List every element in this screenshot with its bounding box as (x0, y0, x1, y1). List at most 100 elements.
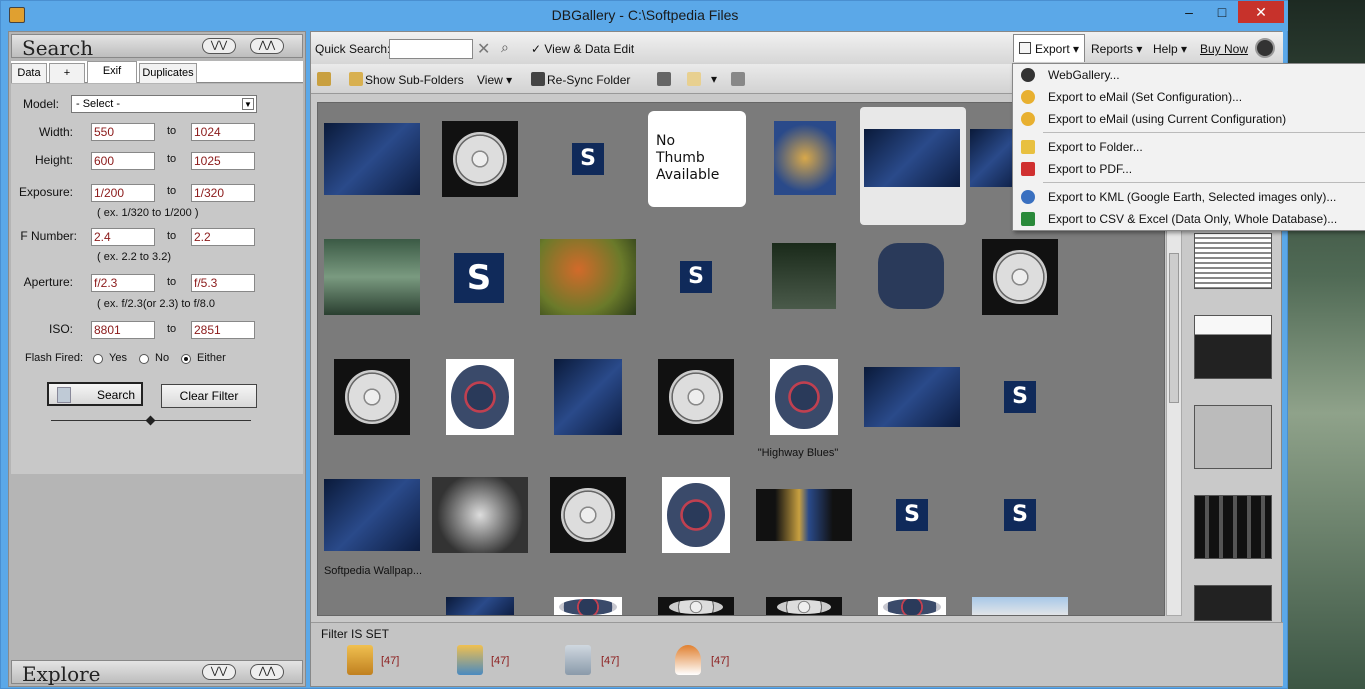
search-button[interactable]: Search (47, 382, 143, 406)
softpedia-logo-thumbnail[interactable]: S (454, 253, 504, 303)
menu-item-webgallery[interactable]: WebGallery... (1013, 64, 1365, 86)
audio-thumbnail[interactable] (878, 597, 946, 615)
preview-thumbnail[interactable] (1194, 495, 1272, 559)
settings-icon[interactable] (731, 72, 745, 86)
softpedia-logo-thumbnail[interactable]: S (680, 261, 712, 293)
exposure-from-input[interactable]: 1/200 (91, 184, 155, 202)
menu-item-pdf[interactable]: Export to PDF... (1013, 158, 1365, 180)
scrollbar-thumb[interactable] (1169, 253, 1179, 403)
softpedia-logo-thumbnail[interactable]: S (1004, 499, 1036, 531)
to-label: to (167, 185, 177, 197)
slideshow-dropdown-icon[interactable]: ▾ (711, 72, 717, 86)
menu-item-email-set[interactable]: Export to eMail (Set Configuration)... (1013, 86, 1365, 108)
maximize-button[interactable]: □ (1206, 1, 1238, 23)
collapse-down-icon[interactable]: ⋁⋁ (202, 38, 236, 54)
thumbnail[interactable] (446, 597, 514, 615)
resync-folder-button[interactable]: Re-Sync Folder (547, 73, 630, 87)
collapse-up-icon[interactable]: ⋀⋀ (250, 38, 284, 54)
download-filter-icon[interactable] (457, 645, 483, 675)
softpedia-logo-thumbnail[interactable]: S (896, 499, 928, 531)
flash-yes-radio[interactable] (93, 354, 103, 364)
menu-item-email-current[interactable]: Export to eMail (using Current Configura… (1013, 108, 1365, 130)
preview-thumbnail[interactable] (1194, 585, 1272, 621)
tab-data[interactable]: Data (11, 63, 47, 83)
clear-search-icon[interactable]: ✕ (477, 39, 490, 59)
menu-item-folder[interactable]: Export to Folder... (1013, 136, 1365, 158)
export-menu-button[interactable]: Export ▾ (1013, 34, 1085, 62)
thumbnail[interactable] (972, 597, 1068, 615)
thumbnail[interactable] (756, 489, 852, 541)
buy-now-link[interactable]: Buy Now (1200, 42, 1248, 56)
fnumber-from-input[interactable]: 2.4 (91, 228, 155, 246)
video-thumbnail[interactable] (442, 121, 518, 197)
video-thumbnail[interactable] (550, 477, 626, 553)
video-thumbnail[interactable] (982, 239, 1058, 315)
thumbnail[interactable] (324, 479, 420, 551)
video-thumbnail[interactable] (334, 359, 410, 435)
clear-filter-button[interactable]: Clear Filter (161, 384, 257, 408)
file-filter-icon[interactable] (565, 645, 591, 675)
height-from-input[interactable]: 600 (91, 152, 155, 170)
selected-thumbnail[interactable] (860, 107, 966, 225)
show-subfolders-button[interactable]: Show Sub-Folders (365, 73, 464, 87)
thumbnail[interactable] (324, 239, 420, 315)
exposure-to-input[interactable]: 1/320 (191, 184, 255, 202)
magnifier-icon[interactable]: ⌕ (501, 39, 509, 56)
preview-thumbnail[interactable] (1194, 315, 1272, 379)
expand-down-icon[interactable]: ⋁⋁ (202, 664, 236, 680)
video-thumbnail[interactable] (658, 359, 734, 435)
thumbnail[interactable] (864, 367, 960, 427)
audio-thumbnail[interactable] (554, 597, 622, 615)
bucket-filter-icon[interactable] (675, 645, 701, 675)
thumbnail[interactable] (554, 359, 622, 435)
aperture-to-input[interactable]: f/5.3 (191, 274, 255, 292)
iso-from-input[interactable]: 8801 (91, 321, 155, 339)
thumbnail-caption: Softpedia Wallpap... (323, 565, 423, 577)
preview-thumbnail[interactable] (1194, 405, 1272, 469)
tab-exif[interactable]: Exif (87, 61, 137, 83)
flash-no-radio[interactable] (139, 354, 149, 364)
folder-filter-icon[interactable] (347, 645, 373, 675)
minimize-button[interactable]: – (1173, 1, 1205, 23)
tab-duplicates[interactable]: Duplicates (139, 63, 197, 83)
preview-thumbnail[interactable] (1194, 233, 1272, 289)
no-thumb-placeholder[interactable]: No Thumb Available (648, 111, 746, 207)
thumbnail[interactable] (774, 121, 836, 195)
audio-thumbnail[interactable] (446, 359, 514, 435)
fnumber-to-input[interactable]: 2.2 (191, 228, 255, 246)
thumbnail[interactable] (432, 477, 528, 553)
view-menu[interactable]: View ▾ (477, 73, 512, 87)
view-data-edit-button[interactable]: ✓ View & Data Edit (531, 42, 634, 56)
video-thumbnail[interactable] (766, 597, 842, 615)
power-icon[interactable] (1255, 38, 1275, 58)
help-menu[interactable]: Help ▾ (1153, 42, 1187, 56)
slideshow-icon[interactable] (687, 72, 701, 86)
width-to-input[interactable]: 1024 (191, 123, 255, 141)
thumbnail[interactable] (878, 243, 944, 309)
video-thumbnail[interactable] (658, 597, 734, 615)
reports-menu[interactable]: Reports ▾ (1091, 42, 1142, 56)
trash-icon[interactable] (657, 72, 671, 86)
expand-up-icon[interactable]: ⋀⋀ (250, 664, 284, 680)
menu-item-kml[interactable]: Export to KML (Google Earth, Selected im… (1013, 186, 1365, 208)
close-button[interactable]: ✕ (1238, 1, 1284, 23)
height-to-input[interactable]: 1025 (191, 152, 255, 170)
quick-search-input[interactable] (389, 39, 473, 59)
tree-icon[interactable] (317, 72, 331, 86)
thumbnail[interactable] (540, 239, 636, 315)
softpedia-logo-thumbnail[interactable]: S (1004, 381, 1036, 413)
menu-item-csv[interactable]: Export to CSV & Excel (Data Only, Whole … (1013, 208, 1365, 230)
softpedia-logo-thumbnail[interactable]: S (572, 143, 604, 175)
iso-to-input[interactable]: 2851 (191, 321, 255, 339)
model-select[interactable]: - Select - ▼ (71, 95, 257, 113)
flash-either-radio[interactable] (181, 354, 191, 364)
width-from-input[interactable]: 550 (91, 123, 155, 141)
thumbnail[interactable] (772, 243, 836, 309)
audio-thumbnail[interactable] (662, 477, 730, 553)
tab-plus[interactable]: + (49, 63, 85, 83)
audio-thumbnail[interactable] (770, 359, 838, 435)
menu-separator (1043, 132, 1365, 133)
google-earth-icon (1021, 190, 1035, 204)
thumbnail[interactable] (324, 123, 420, 195)
aperture-from-input[interactable]: f/2.3 (91, 274, 155, 292)
